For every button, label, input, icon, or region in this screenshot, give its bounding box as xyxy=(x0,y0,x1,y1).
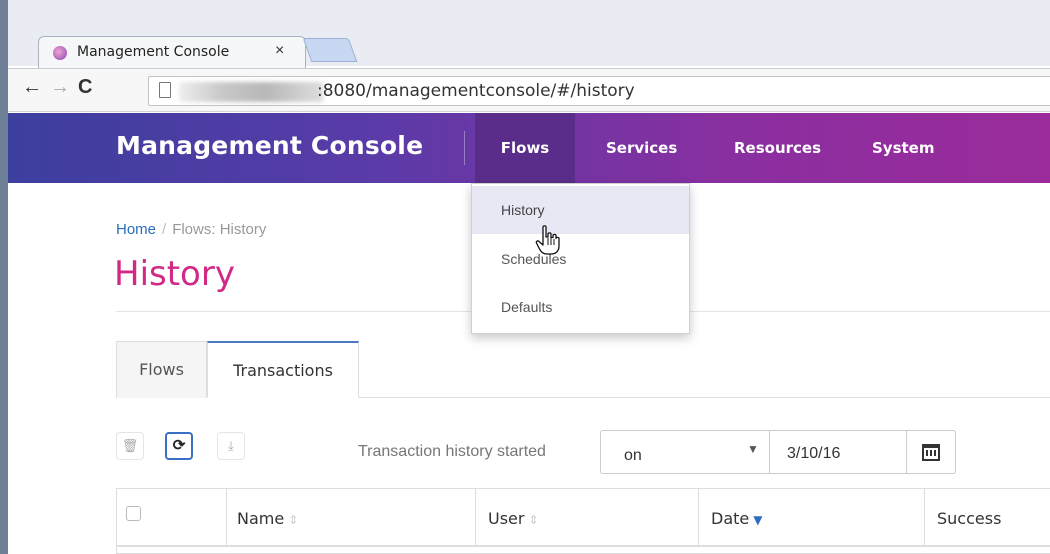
sort-descending-icon: ▼ xyxy=(753,513,763,527)
column-header-name[interactable]: Name ⇕ xyxy=(227,489,476,546)
close-tab-icon[interactable]: × xyxy=(275,42,284,60)
column-label-name: Name xyxy=(237,509,285,528)
brand-divider xyxy=(464,131,465,165)
nav-services[interactable]: Services xyxy=(606,113,677,183)
date-value: 3/10/16 xyxy=(787,445,841,462)
menu-item-defaults[interactable]: Defaults xyxy=(472,283,689,331)
favicon-icon xyxy=(53,46,67,60)
flows-dropdown-menu: History Schedules Defaults xyxy=(471,183,690,334)
url-host-redacted xyxy=(179,82,323,102)
filter-mode-value: on xyxy=(624,447,642,464)
menu-item-schedules[interactable]: Schedules xyxy=(472,235,689,283)
calendar-icon xyxy=(922,444,940,461)
column-header-success[interactable]: Success xyxy=(925,489,1050,546)
breadcrumb-current: Flows: History xyxy=(172,221,267,238)
tab-flows[interactable]: Flows xyxy=(116,341,207,398)
download-icon: ⤓ xyxy=(228,438,234,453)
chevron-down-icon: ▼ xyxy=(747,442,759,456)
nav-resources[interactable]: Resources xyxy=(734,113,821,183)
back-arrow-icon[interactable]: ← xyxy=(22,76,42,99)
reload-icon[interactable]: C xyxy=(78,76,92,99)
refresh-button[interactable]: ⟳ xyxy=(165,432,193,460)
table-header: Name ⇕ User ⇕ Date ▼ Success xyxy=(116,488,1050,554)
brand-title[interactable]: Management Console xyxy=(116,131,423,160)
breadcrumb-separator: / xyxy=(162,221,167,238)
breadcrumb: Home / Flows: History xyxy=(116,221,266,238)
menu-item-history[interactable]: History xyxy=(472,186,689,234)
column-label-success: Success xyxy=(937,509,1002,528)
new-tab-button[interactable] xyxy=(302,38,358,62)
forward-arrow-icon[interactable]: → xyxy=(50,76,70,99)
page-title: History xyxy=(114,254,235,294)
address-bar[interactable]: :8080/managementconsole/#/history xyxy=(148,76,1050,106)
browser-toolbar: ← → C :8080/managementconsole/#/history xyxy=(8,68,1050,112)
tab-strip: Management Console × xyxy=(8,0,1050,68)
filter-mode-select[interactable]: on ▼ xyxy=(600,430,770,474)
app-navbar: Management Console Flows Services Resour… xyxy=(8,113,1050,183)
calendar-button[interactable] xyxy=(906,430,956,474)
tab-transactions[interactable]: Transactions xyxy=(207,341,359,398)
browser-tab[interactable]: Management Console × xyxy=(38,36,306,68)
hand-pointer-icon xyxy=(535,225,560,255)
header-rule xyxy=(117,545,1050,547)
page-icon xyxy=(159,82,171,98)
column-header-date[interactable]: Date ▼ xyxy=(699,489,925,546)
date-input[interactable]: 3/10/16 xyxy=(769,430,907,474)
delete-button[interactable]: 🗑 xyxy=(116,432,144,460)
sort-icon: ⇕ xyxy=(528,513,539,527)
trash-icon: 🗑 xyxy=(121,438,139,453)
column-select xyxy=(117,489,227,546)
url-text: :8080/managementconsole/#/history xyxy=(317,81,635,101)
nav-system[interactable]: System xyxy=(872,113,934,183)
refresh-icon: ⟳ xyxy=(172,437,186,454)
select-all-checkbox[interactable] xyxy=(126,506,141,521)
content-tabs: Flows Transactions xyxy=(116,340,1050,398)
column-label-user: User xyxy=(488,509,525,528)
tab-title: Management Console xyxy=(77,44,230,60)
window-left-edge xyxy=(0,0,8,554)
sort-icon: ⇕ xyxy=(288,513,299,527)
column-label-date: Date xyxy=(711,509,750,528)
breadcrumb-home[interactable]: Home xyxy=(116,221,156,238)
browser-chrome: Management Console × ← → C :8080/managem… xyxy=(0,0,1050,113)
filter-label: Transaction history started xyxy=(358,443,546,460)
nav-flows[interactable]: Flows xyxy=(475,113,575,183)
column-header-user[interactable]: User ⇕ xyxy=(476,489,699,546)
download-button[interactable]: ⤓ xyxy=(217,432,245,460)
